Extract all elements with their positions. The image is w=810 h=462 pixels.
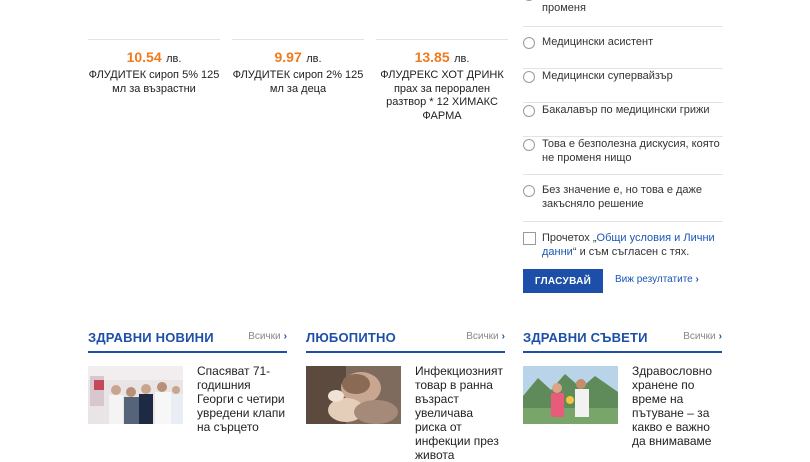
poll-option-label: променя: [542, 2, 586, 14]
article-thumbnail[interactable]: [523, 366, 618, 424]
article-title[interactable]: Инфекциозният товар в ранна възраст увел…: [415, 364, 507, 462]
poll-option-label: Бакалавър по медицински грижи: [542, 104, 710, 116]
product-price: 10.54: [126, 49, 162, 65]
product-card-2[interactable]: 9.97 лв. ФЛУДИТЕК сироп 2% 125 мл за дец…: [232, 39, 364, 96]
divider: [523, 221, 723, 222]
currency: лв.: [454, 53, 470, 65]
radio-button[interactable]: [523, 71, 535, 83]
article-title[interactable]: Здравословно хранене по време на пътуван…: [632, 364, 724, 448]
consent-checkbox[interactable]: [523, 232, 536, 245]
section-underline: [306, 351, 505, 353]
all-link[interactable]: Всички ›: [248, 331, 287, 342]
article-thumbnail[interactable]: [88, 366, 183, 424]
product-price: 13.85: [414, 49, 450, 65]
divider: [88, 39, 220, 40]
article-thumbnail[interactable]: [306, 366, 401, 424]
section-title[interactable]: ЗДРАВНИ НОВИНИ: [88, 330, 214, 345]
consent-prefix: Прочетох „: [542, 232, 597, 244]
all-label: Всички: [683, 331, 716, 342]
article-photo: [88, 366, 183, 424]
consent-suffix: “ и съм съгласен с тях.: [572, 245, 690, 258]
all-label: Всички: [466, 331, 499, 342]
divider: [523, 26, 723, 27]
view-results-label: Виж резултатите: [615, 274, 693, 285]
radio-button[interactable]: [523, 185, 535, 197]
vote-button[interactable]: ГЛАСУВАЙ: [523, 269, 603, 293]
radio-button[interactable]: [523, 105, 535, 117]
divider: [523, 174, 723, 175]
product-card-3[interactable]: 13.85 лв. ФЛУДРЕКС ХОТ ДРИНК прах за пер…: [376, 39, 508, 123]
chevron-right-icon: ›: [695, 274, 699, 285]
product-name[interactable]: ФЛУДИТЕК сироп 5% 125 мл за възрастни: [88, 69, 220, 96]
radio-button[interactable]: [523, 139, 535, 151]
radio-button[interactable]: [523, 37, 535, 49]
poll-option-2[interactable]: Медицински супервайзър: [523, 69, 723, 103]
currency: лв.: [166, 53, 182, 65]
section-underline: [523, 351, 722, 353]
section-title[interactable]: ЛЮБОПИТНО: [306, 330, 396, 345]
currency: лв.: [306, 53, 322, 65]
article-photo: [523, 366, 618, 424]
product-name[interactable]: ФЛУДИТЕК сироп 2% 125 мл за деца: [232, 69, 364, 96]
radio-button[interactable]: [523, 0, 535, 1]
chevron-right-icon: ›: [283, 331, 287, 342]
consent-text: Прочетох „Общи условия и Лични данни“ и …: [542, 232, 722, 259]
poll-option-3[interactable]: Бакалавър по медицински грижи: [523, 103, 723, 137]
product-price: 9.97: [274, 49, 302, 65]
article-photo: [306, 366, 401, 424]
poll-option-5[interactable]: Без значение е, но това е даже закъсняло…: [523, 183, 723, 222]
section-underline: [88, 351, 287, 353]
chevron-right-icon: ›: [501, 331, 505, 342]
poll-option-label: Медицински супервайзър: [542, 70, 673, 82]
poll-option-label: Без значение е, но това е даже закъсняло…: [542, 184, 703, 210]
view-results-link[interactable]: Виж резултатите ›: [615, 274, 699, 285]
product-card-1[interactable]: 10.54 лв. ФЛУДИТЕК сироп 5% 125 мл за въ…: [88, 39, 220, 96]
poll-option-1[interactable]: Медицински асистент: [523, 35, 723, 69]
divider: [232, 39, 364, 40]
poll-option-label: Медицински асистент: [542, 36, 654, 48]
section-title[interactable]: ЗДРАВНИ СЪВЕТИ: [523, 330, 648, 345]
all-link[interactable]: Всички ›: [683, 331, 722, 342]
poll-option-label: Това е безполезна дискусия, която не про…: [542, 138, 720, 164]
divider: [376, 39, 508, 40]
poll-option-4[interactable]: Това е безполезна дискусия, която не про…: [523, 137, 723, 175]
product-name[interactable]: ФЛУДРЕКС ХОТ ДРИНК прах за перорален раз…: [376, 69, 508, 123]
all-label: Всички: [248, 331, 281, 342]
all-link[interactable]: Всички ›: [466, 331, 505, 342]
poll-option-partial[interactable]: променя: [523, 0, 723, 27]
chevron-right-icon: ›: [718, 331, 722, 342]
